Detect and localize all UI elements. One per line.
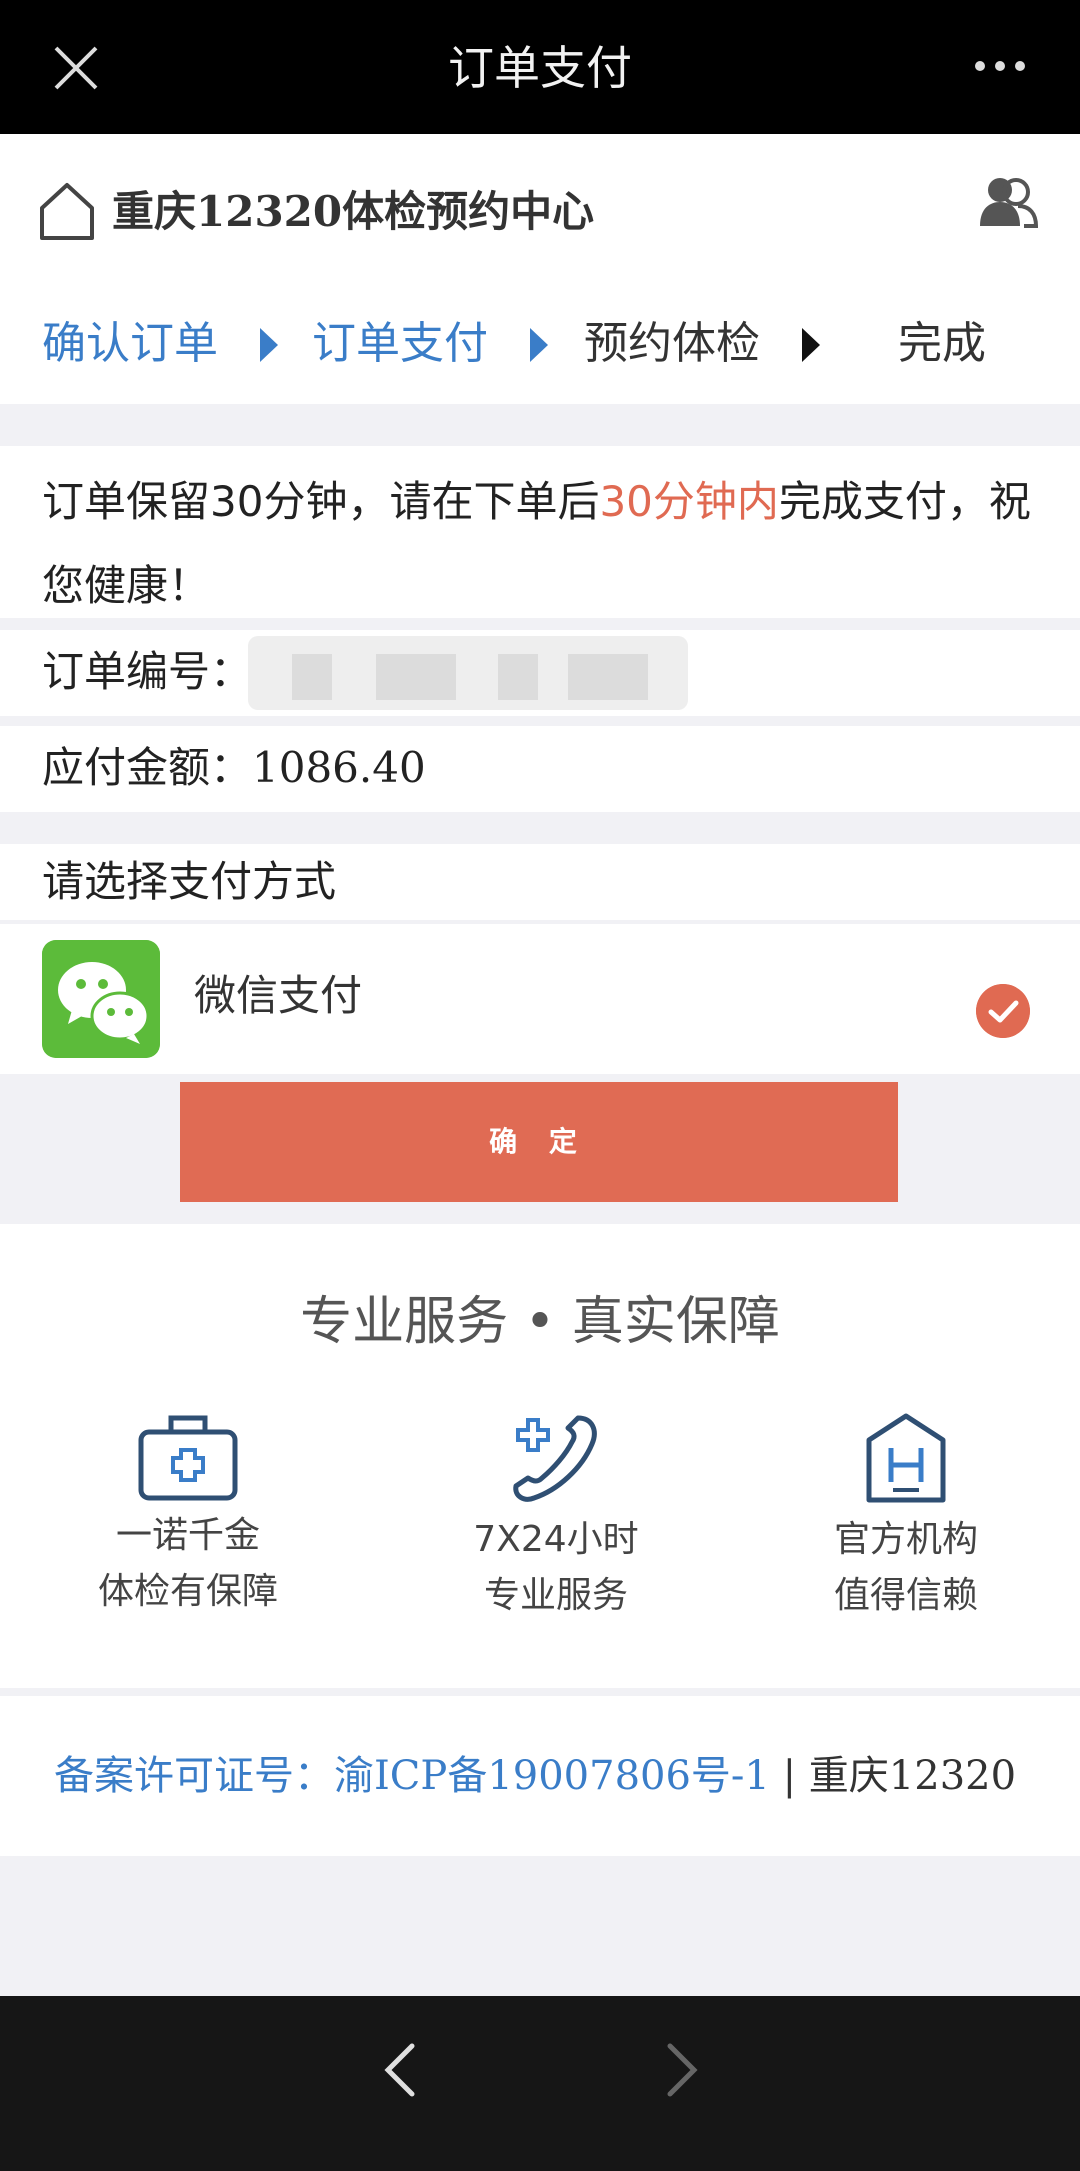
step-arrow-icon xyxy=(802,328,820,362)
selected-check-icon[interactable] xyxy=(976,984,1030,1038)
order-number-redacted xyxy=(248,636,688,710)
notice-highlight: 30分钟内 xyxy=(599,477,779,526)
site-header: 重庆12320体检预约中心 确认订单 订单支付 预约体检 完成 xyxy=(0,134,1080,404)
wechat-pay-icon xyxy=(42,940,160,1058)
step-order-payment: 订单支付 xyxy=(312,318,488,369)
order-steps: 确认订单 订单支付 预约体检 完成 xyxy=(0,304,1080,384)
feature-item: 官方机构 值得信赖 xyxy=(786,1410,1026,1624)
icp-license-link[interactable]: 备案许可证号：渝ICP备19007806号-1 xyxy=(54,1753,770,1799)
choose-payment-label: 请选择支付方式 xyxy=(42,857,337,906)
guarantee-title: 专业服务 • 真实保障 xyxy=(300,1292,780,1352)
choose-payment-row: 请选择支付方式 xyxy=(0,844,1080,920)
page-title: 订单支付 xyxy=(448,41,632,95)
phone-medical-icon xyxy=(513,1415,597,1502)
user-center-icon[interactable] xyxy=(978,174,1038,230)
service-guarantee-section: 专业服务 • 真实保障 一诺千金 体检有保障 7X24小时 专业服务 官方机构 … xyxy=(0,1224,1080,1688)
wechat-pay-option[interactable]: 微信支付 xyxy=(0,924,1080,1074)
site-footer: 备案许可证号：渝ICP备19007806号-1 | 重庆12320 xyxy=(0,1696,1080,1856)
order-number-label: 订单编号： xyxy=(42,647,253,696)
more-options-icon[interactable] xyxy=(972,56,1028,76)
back-arrow-icon[interactable] xyxy=(382,2040,418,2100)
footer-org: 重庆12320 xyxy=(808,1753,1017,1799)
top-nav-bar: 订单支付 xyxy=(0,0,1080,134)
site-name: 重庆12320体检预约中心 xyxy=(112,187,595,236)
hospital-building-icon xyxy=(866,1413,946,1503)
browser-bottom-bar xyxy=(0,1996,1080,2171)
order-number-row: 订单编号： xyxy=(0,630,1080,716)
step-book-checkup: 预约体检 xyxy=(584,318,760,369)
icp-license: 备案许可证号：渝ICP备19007806号-1 | 重庆12320 xyxy=(54,1753,1017,1799)
amount-value: 1086.40 xyxy=(252,743,426,792)
medical-kit-icon xyxy=(138,1415,238,1501)
notice-text: 订单保留30分钟，请在下单后30分钟内完成支付，祝您健康！ xyxy=(42,477,1031,610)
step-arrow-icon xyxy=(530,328,548,362)
amount-row: 应付金额：1086.40 xyxy=(0,726,1080,812)
payment-notice: 订单保留30分钟，请在下单后30分钟内完成支付，祝您健康！ xyxy=(0,446,1080,618)
step-complete: 完成 xyxy=(898,318,986,369)
amount-label: 应付金额：1086.40 xyxy=(42,743,426,792)
confirm-button[interactable]: 确 定 xyxy=(180,1082,898,1202)
step-arrow-icon xyxy=(260,328,278,362)
feature-item: 一诺千金 体检有保障 xyxy=(68,1410,308,1620)
wechat-pay-label: 微信支付 xyxy=(194,971,363,1020)
step-confirm-order: 确认订单 xyxy=(42,318,218,369)
home-icon[interactable] xyxy=(36,180,98,242)
feature-item: 7X24小时 专业服务 xyxy=(436,1410,676,1624)
forward-arrow-icon[interactable] xyxy=(664,2040,700,2100)
